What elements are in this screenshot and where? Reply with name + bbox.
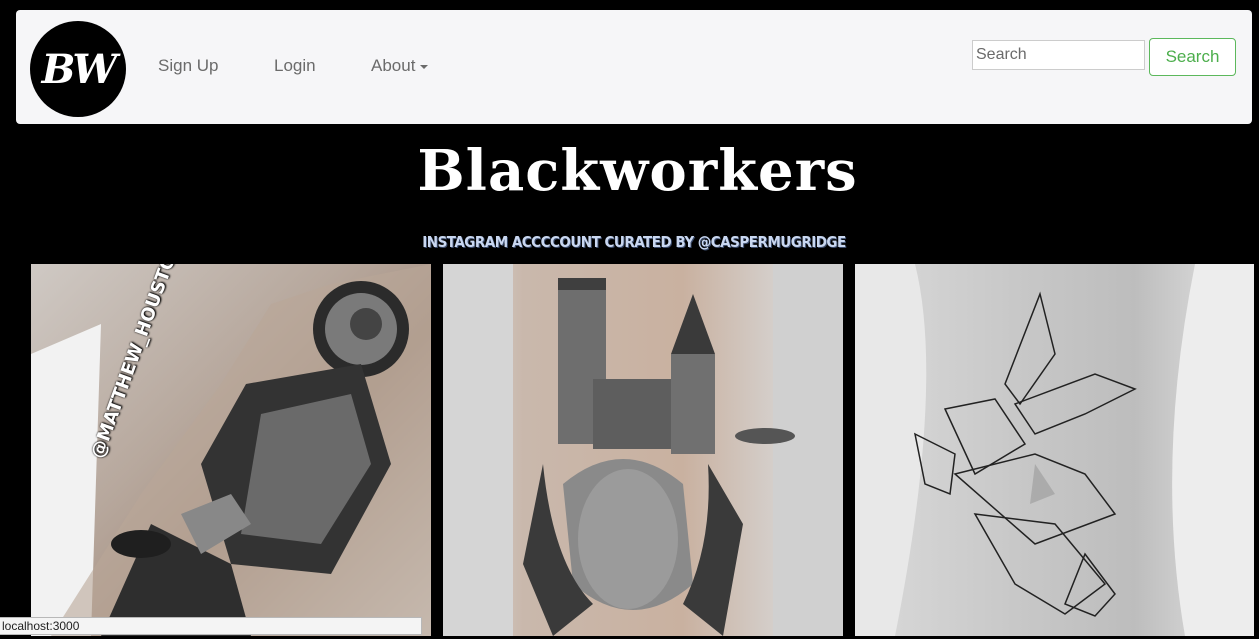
- nav-about-label: About: [371, 56, 416, 75]
- castle-tattoo-image: [443, 264, 843, 636]
- brand-logo[interactable]: BW: [30, 21, 126, 117]
- nav-about-dropdown[interactable]: About: [371, 56, 429, 76]
- gallery-card-hands-tattoo[interactable]: [855, 264, 1254, 636]
- site-title: Blackworkers: [417, 138, 858, 204]
- nav-login-link[interactable]: Login: [274, 56, 316, 76]
- browser-status-bar: localhost:3000: [0, 617, 422, 635]
- gallery-card-astronaut-tattoo[interactable]: @MATTHEW_HOUSTON: [31, 264, 431, 636]
- hands-tattoo-image: [855, 264, 1254, 636]
- search-button[interactable]: Search: [1149, 38, 1236, 76]
- site-subtitle: Instagram accccount curated by @caspermu…: [422, 233, 846, 251]
- caret-down-icon: [420, 64, 429, 69]
- navbar: BW Sign Up Login About Search: [16, 10, 1252, 124]
- nav-sign-up-link[interactable]: Sign Up: [158, 56, 218, 76]
- gallery-card-castle-tattoo[interactable]: [443, 264, 843, 636]
- logo-text: BW: [41, 45, 118, 93]
- search-input[interactable]: [972, 40, 1145, 70]
